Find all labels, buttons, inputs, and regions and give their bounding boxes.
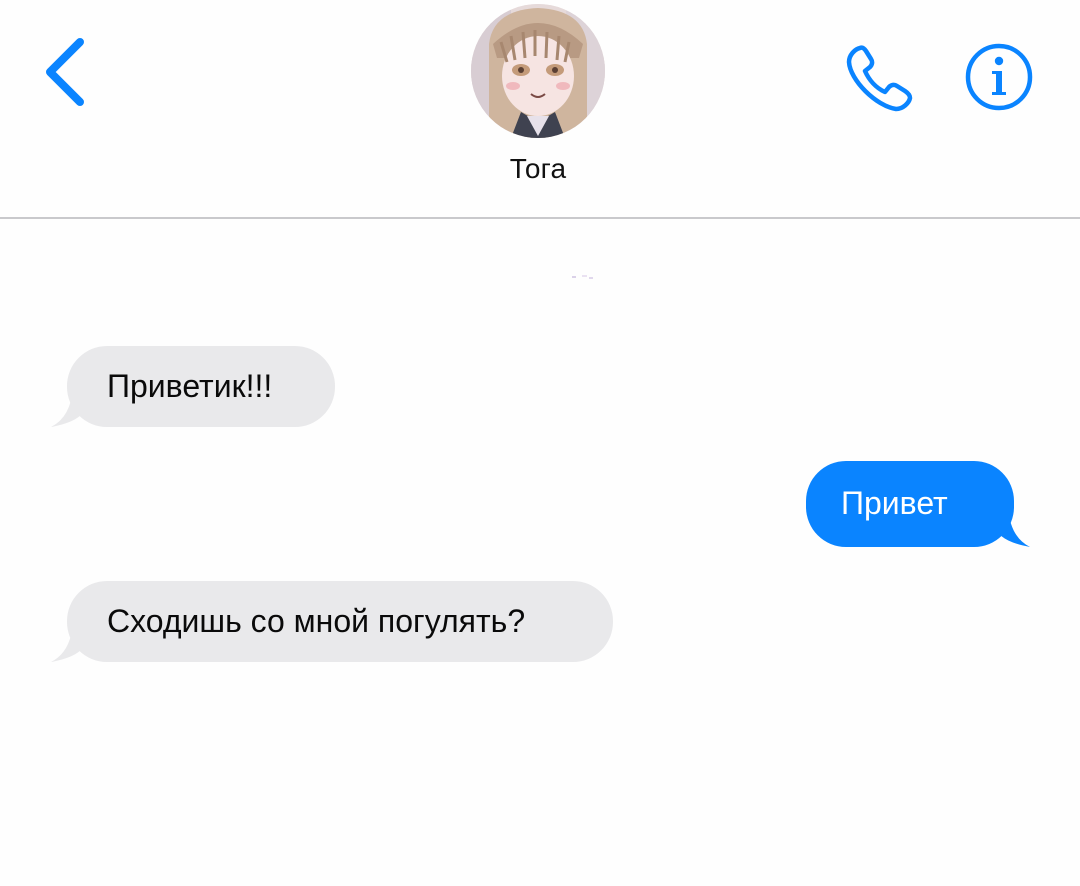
incoming-message-bubble[interactable]: Сходишь со мной погулять? — [51, 581, 613, 662]
back-button[interactable] — [36, 34, 96, 114]
avatar[interactable] — [471, 4, 605, 138]
contact-name[interactable]: Тога — [440, 153, 636, 185]
call-button[interactable] — [842, 40, 918, 116]
outgoing-message-bubble[interactable]: Привет — [806, 461, 1030, 547]
chevron-left-icon — [46, 38, 84, 106]
message-list[interactable]: Приветик!!! Привет Сходишь со мной погул… — [0, 219, 1080, 886]
info-icon — [965, 43, 1033, 111]
message-text: Сходишь со мной погулять? — [107, 603, 526, 639]
contact-avatar-image — [471, 4, 605, 138]
message-text: Приветик!!! — [107, 368, 273, 404]
incoming-message-bubble[interactable]: Приветик!!! — [51, 346, 335, 427]
conversation-header: Тога — [0, 0, 1080, 219]
decorative-mark — [572, 275, 593, 279]
phone-icon — [846, 45, 913, 112]
chat-screen: Тога Приветик!!! Привет Сходишь со мной … — [0, 0, 1080, 886]
message-text: Привет — [841, 485, 948, 521]
info-button[interactable] — [962, 40, 1036, 114]
